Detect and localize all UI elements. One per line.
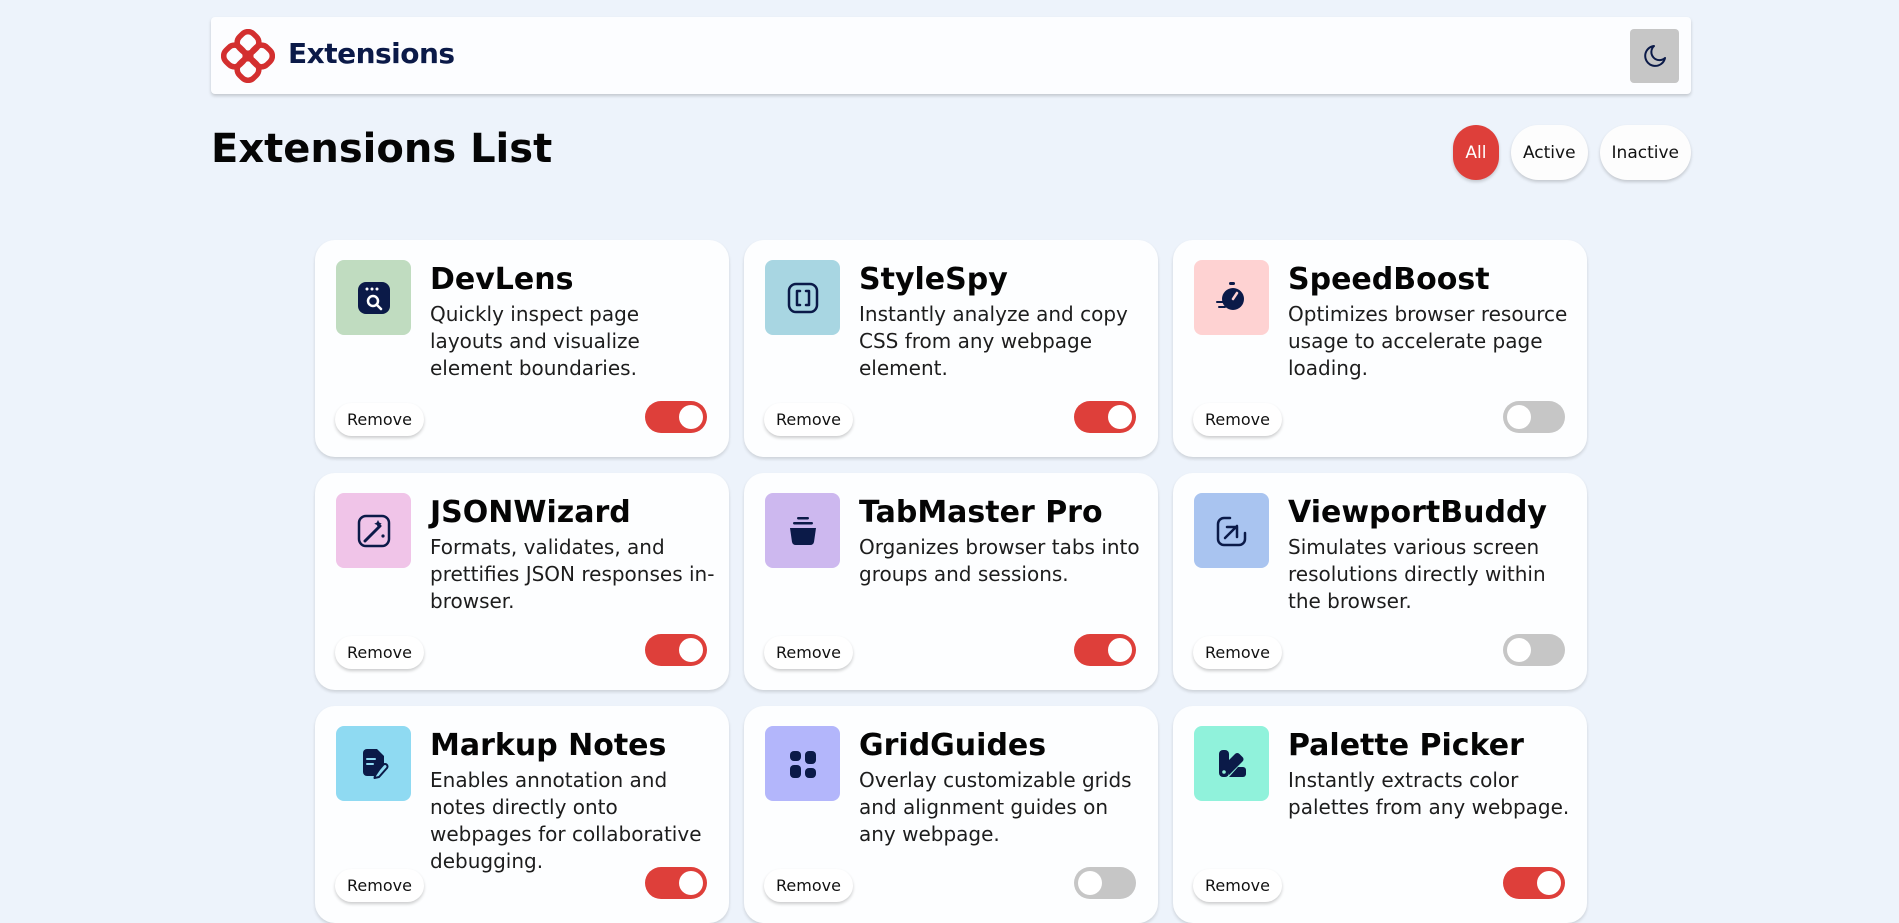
extension-description: Instantly analyze and copy CSS from any … [859, 302, 1128, 380]
extension-name: Palette Picker [1288, 728, 1524, 763]
remove-button[interactable]: Remove [1193, 403, 1282, 436]
extensions-grid: DevLens Quickly inspect page layouts and… [315, 240, 1587, 923]
filter-active-button[interactable]: Active [1510, 125, 1588, 180]
extension-description: Overlay customizable grids and alignment… [859, 768, 1132, 846]
speedboost-icon [1215, 281, 1244, 310]
enable-toggle[interactable] [1503, 401, 1565, 433]
extension-name: GridGuides [859, 728, 1047, 763]
palette-picker-icon-tile [1194, 726, 1269, 801]
extension-name: Markup Notes [430, 728, 667, 763]
filter-all-button[interactable]: All [1452, 125, 1499, 180]
markup-notes-icon-tile [336, 726, 411, 801]
enable-toggle[interactable] [1074, 867, 1136, 899]
extension-name: SpeedBoost [1288, 262, 1490, 297]
stylespy-icon-tile [765, 260, 840, 335]
extension-description: Formats, validates, and prettifies JSON … [430, 535, 715, 613]
remove-button[interactable]: Remove [764, 636, 853, 669]
viewportbuddy-icon [1216, 516, 1246, 546]
extension-card-speedboost: SpeedBoost Optimizes browser resource us… [1173, 240, 1587, 457]
filter-inactive-button[interactable]: Inactive [1599, 125, 1691, 180]
extension-name: DevLens [430, 262, 574, 297]
devlens-icon-tile [336, 260, 411, 335]
extension-card-stylespy: StyleSpy Instantly analyze and copy CSS … [744, 240, 1158, 457]
extensions-logo-icon [221, 29, 275, 83]
remove-button[interactable]: Remove [335, 869, 424, 902]
extension-card-gridguides: GridGuides Overlay customizable grids an… [744, 706, 1158, 923]
extension-card-devlens: DevLens Quickly inspect page layouts and… [315, 240, 729, 457]
enable-toggle[interactable] [645, 634, 707, 666]
extension-name: ViewportBuddy [1288, 495, 1547, 530]
app-header: Extensions [211, 17, 1691, 94]
toggle-knob [1507, 405, 1531, 429]
remove-button[interactable]: Remove [764, 869, 853, 902]
remove-button[interactable]: Remove [1193, 636, 1282, 669]
stylespy-icon [787, 282, 818, 313]
toggle-knob [1108, 405, 1132, 429]
enable-toggle[interactable] [1503, 634, 1565, 666]
brand-name: Extensions [288, 37, 455, 70]
palette-picker-icon [1218, 749, 1246, 777]
toggle-knob [1108, 638, 1132, 662]
toggle-knob [1078, 871, 1102, 895]
speedboost-icon-tile [1194, 260, 1269, 335]
toggle-knob [679, 638, 703, 662]
extension-description: Optimizes browser resource usage to acce… [1288, 302, 1568, 380]
theme-toggle-button[interactable] [1630, 29, 1679, 83]
extension-name: TabMaster Pro [859, 495, 1103, 530]
extension-card-palette-picker: Palette Picker Instantly extracts color … [1173, 706, 1587, 923]
extension-card-jsonwizard: JSONWizard Formats, validates, and prett… [315, 473, 729, 690]
enable-toggle[interactable] [645, 867, 707, 899]
filter-group: All Active Inactive [1452, 125, 1691, 180]
extension-description: Organizes browser tabs into groups and s… [859, 535, 1140, 586]
jsonwizard-icon [357, 514, 390, 547]
tabmaster-icon [789, 516, 816, 545]
tabmaster-icon-tile [765, 493, 840, 568]
remove-button[interactable]: Remove [764, 403, 853, 436]
toggle-knob [679, 405, 703, 429]
gridguides-icon-tile [765, 726, 840, 801]
moon-icon [1643, 45, 1666, 67]
enable-toggle[interactable] [1074, 401, 1136, 433]
remove-button[interactable]: Remove [335, 636, 424, 669]
enable-toggle[interactable] [1074, 634, 1136, 666]
extension-description: Simulates various screen resolutions dir… [1288, 535, 1546, 613]
jsonwizard-icon-tile [336, 493, 411, 568]
extension-card-tabmaster-pro: TabMaster Pro Organizes browser tabs int… [744, 473, 1158, 690]
gridguides-icon [789, 750, 816, 778]
extension-card-viewportbuddy: ViewportBuddy Simulates various screen r… [1173, 473, 1587, 690]
viewportbuddy-icon-tile [1194, 493, 1269, 568]
markup-notes-icon [362, 748, 388, 779]
remove-button[interactable]: Remove [335, 403, 424, 436]
extension-description: Quickly inspect page layouts and visuali… [430, 302, 640, 380]
enable-toggle[interactable] [645, 401, 707, 433]
toggle-knob [679, 871, 703, 895]
remove-button[interactable]: Remove [1193, 869, 1282, 902]
extension-name: StyleSpy [859, 262, 1008, 297]
enable-toggle[interactable] [1503, 867, 1565, 899]
devlens-icon [357, 281, 390, 314]
toggle-knob [1507, 638, 1531, 662]
page-title: Extensions List [211, 126, 553, 172]
toggle-knob [1537, 871, 1561, 895]
extension-name: JSONWizard [430, 495, 631, 530]
extension-description: Enables annotation and notes directly on… [430, 768, 702, 873]
extension-description: Instantly extracts color palettes from a… [1288, 768, 1570, 819]
extension-card-markup-notes: Markup Notes Enables annotation and note… [315, 706, 729, 923]
